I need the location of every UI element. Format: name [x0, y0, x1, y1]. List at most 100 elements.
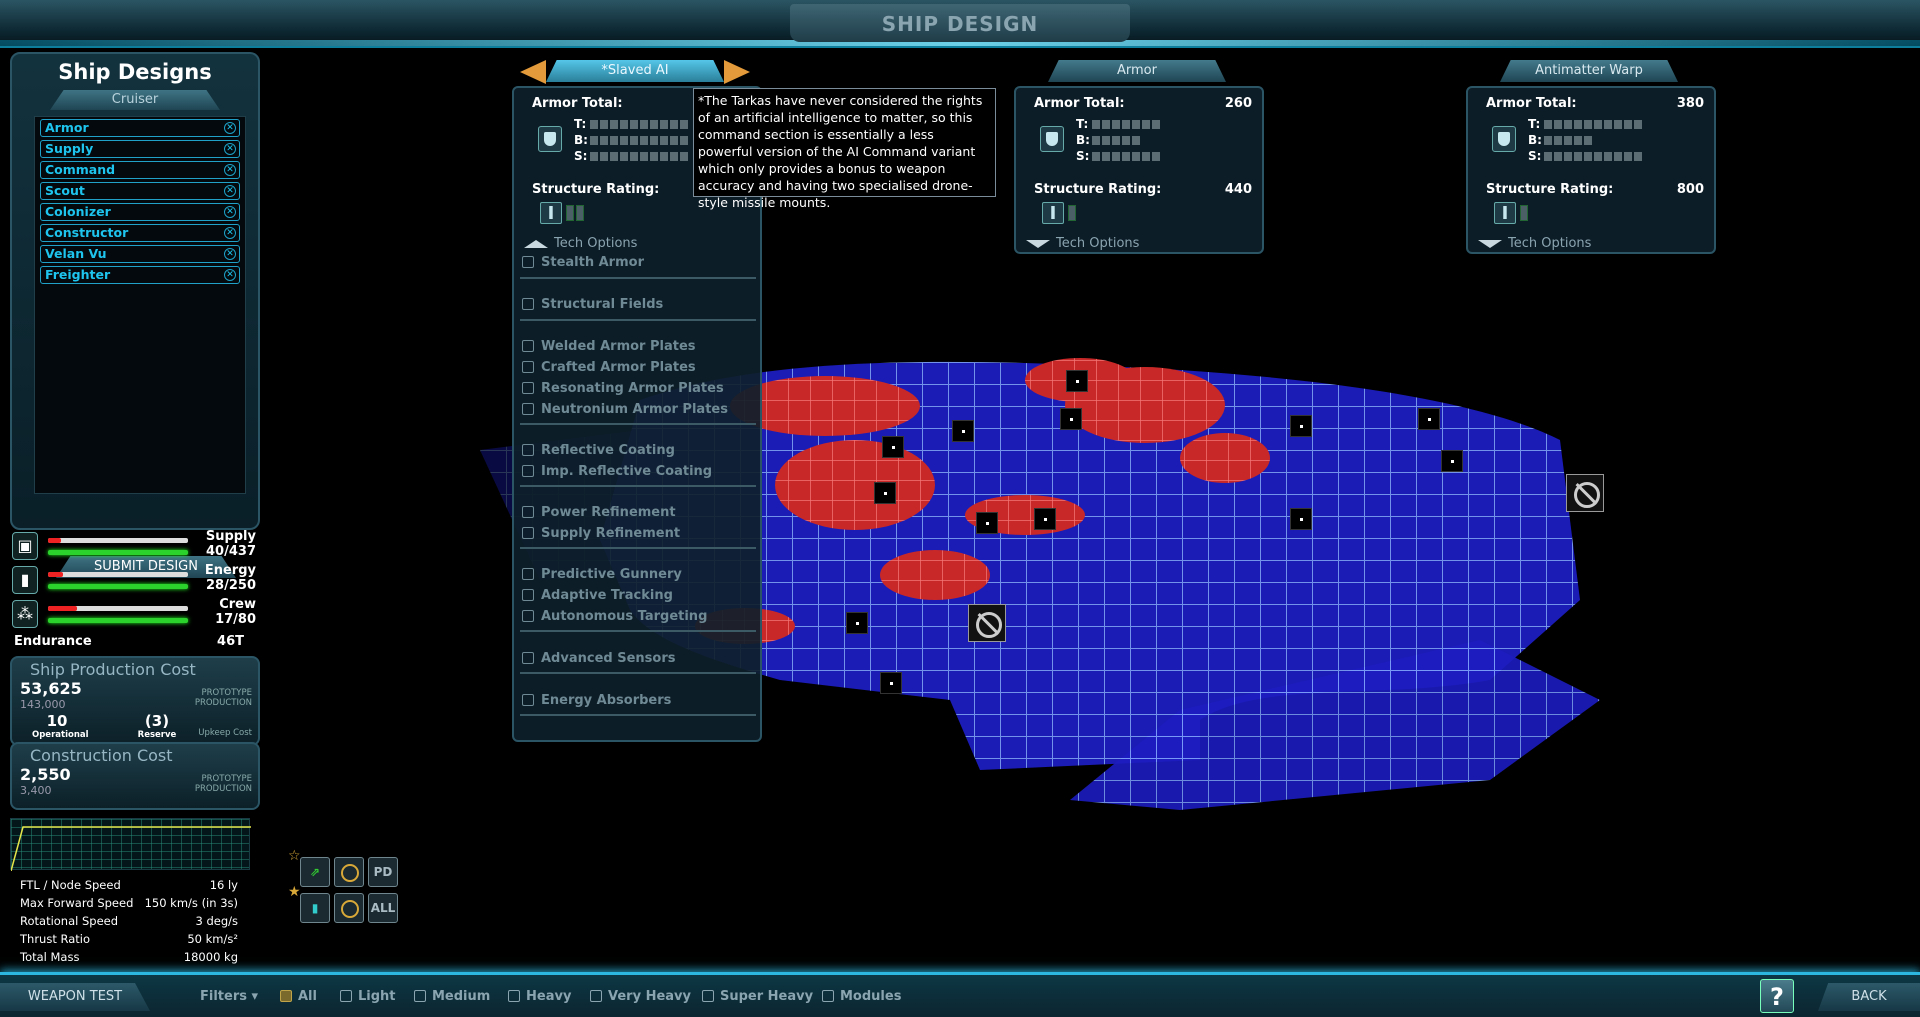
structure-rating-value: 800 [1676, 182, 1704, 197]
supply-value: 40/437 [206, 544, 256, 559]
filter-super-heavy[interactable]: Super Heavy [702, 989, 813, 1004]
tech-option[interactable]: Advanced Sensors [522, 651, 675, 666]
tech-checkbox[interactable] [522, 694, 534, 706]
tech-options-toggle[interactable]: Tech Options [1026, 236, 1139, 251]
tech-option[interactable]: Predictive Gunnery [522, 567, 682, 582]
help-button[interactable]: ? [1760, 979, 1794, 1013]
weapon-mount[interactable] [1066, 370, 1088, 392]
weapon-mount[interactable] [882, 436, 904, 458]
all-filter-button[interactable]: ALL [368, 893, 398, 923]
weapon-mount[interactable] [1290, 508, 1312, 530]
back-button[interactable]: BACK [1818, 983, 1920, 1011]
bottom-facing-label: B: [1076, 133, 1090, 147]
tech-checkbox[interactable] [522, 403, 534, 415]
weapon-mount[interactable] [1290, 415, 1312, 437]
weapon-mount[interactable] [952, 420, 974, 442]
tech-checkbox[interactable] [522, 444, 534, 456]
design-item[interactable]: Command ✕ [40, 161, 240, 179]
tech-option[interactable]: Power Refinement [522, 505, 676, 520]
tech-options-toggle[interactable]: Tech Options [1478, 236, 1591, 251]
tech-option[interactable]: Neutronium Armor Plates [522, 402, 728, 417]
section-tab-armor[interactable]: Armor [1048, 60, 1226, 82]
delete-icon[interactable]: ✕ [224, 269, 236, 281]
tech-option[interactable]: Crafted Armor Plates [522, 360, 696, 375]
tech-checkbox[interactable] [522, 506, 534, 518]
stat-row: 150 km/s (in 3s) Max Forward Speed [20, 894, 238, 912]
weapon-mount[interactable] [1034, 508, 1056, 530]
tech-option[interactable]: Autonomous Targeting [522, 609, 707, 624]
filter-checkbox[interactable] [822, 990, 834, 1002]
weapon-mount[interactable] [1441, 450, 1463, 472]
filter-modules[interactable]: Modules [822, 989, 901, 1004]
filter-checkbox[interactable] [280, 990, 292, 1002]
filter-checkbox[interactable] [702, 990, 714, 1002]
weapon-mount[interactable] [880, 672, 902, 694]
section-tab-slaved-ai[interactable]: *Slaved AI [546, 60, 724, 82]
design-item[interactable]: Velan Vu ✕ [40, 245, 240, 263]
weapon-mount[interactable] [874, 482, 896, 504]
tech-checkbox[interactable] [522, 589, 534, 601]
tech-checkbox[interactable] [522, 256, 534, 268]
filter-very-heavy[interactable]: Very Heavy [590, 989, 691, 1004]
class-tab-cruiser[interactable]: Cruiser [50, 90, 220, 110]
filter-light[interactable]: Light [340, 989, 396, 1004]
ring-weapon-button-2[interactable] [334, 893, 364, 923]
tech-checkbox[interactable] [522, 298, 534, 310]
tech-checkbox[interactable] [522, 652, 534, 664]
tech-option[interactable]: Welded Armor Plates [522, 339, 696, 354]
design-item[interactable]: Colonizer ✕ [40, 203, 240, 221]
tech-checkbox[interactable] [522, 465, 534, 477]
tech-options-toggle[interactable]: Tech Options [524, 236, 637, 251]
filter-checkbox[interactable] [414, 990, 426, 1002]
beam-weapon-button[interactable]: ▮ [300, 893, 330, 923]
tech-checkbox[interactable] [522, 382, 534, 394]
design-item[interactable]: Constructor ✕ [40, 224, 240, 242]
weapon-mount[interactable] [976, 512, 998, 534]
section-tab-antimatter-warp[interactable]: Antimatter Warp [1500, 60, 1678, 82]
weapon-test-button[interactable]: WEAPON TEST [0, 983, 150, 1011]
divider [520, 547, 756, 549]
tech-option[interactable]: Resonating Armor Plates [522, 381, 724, 396]
tech-checkbox[interactable] [522, 340, 534, 352]
tech-option[interactable]: Structural Fields [522, 297, 663, 312]
filter-medium[interactable]: Medium [414, 989, 490, 1004]
next-section-arrow[interactable] [724, 60, 750, 84]
filter-heavy[interactable]: Heavy [508, 989, 571, 1004]
tech-checkbox[interactable] [522, 527, 534, 539]
design-item[interactable]: Freighter ✕ [40, 266, 240, 284]
tech-label: Energy Absorbers [541, 693, 672, 708]
tech-option[interactable]: Stealth Armor [522, 255, 644, 270]
delete-icon[interactable]: ✕ [224, 143, 236, 155]
tech-checkbox[interactable] [522, 361, 534, 373]
tech-option[interactable]: Adaptive Tracking [522, 588, 673, 603]
tech-option[interactable]: Reflective Coating [522, 443, 675, 458]
structure-beam-icon [1042, 202, 1064, 225]
filters-dropdown[interactable]: Filters ▾ [200, 989, 258, 1004]
pd-filter-button[interactable]: PD [368, 857, 398, 887]
delete-icon[interactable]: ✕ [224, 206, 236, 218]
design-item[interactable]: Armor ✕ [40, 119, 240, 137]
prev-section-arrow[interactable] [520, 60, 546, 84]
delete-icon[interactable]: ✕ [224, 248, 236, 260]
tech-option[interactable]: Imp. Reflective Coating [522, 464, 712, 479]
delete-icon[interactable]: ✕ [224, 164, 236, 176]
design-item[interactable]: Supply ✕ [40, 140, 240, 158]
design-item[interactable]: Scout ✕ [40, 182, 240, 200]
tech-option[interactable]: Energy Absorbers [522, 693, 671, 708]
filter-checkbox[interactable] [590, 990, 602, 1002]
weapon-mount[interactable] [846, 612, 868, 634]
endurance-row: 46T Endurance [14, 634, 244, 649]
filter-checkbox[interactable] [340, 990, 352, 1002]
delete-icon[interactable]: ✕ [224, 122, 236, 134]
delete-icon[interactable]: ✕ [224, 227, 236, 239]
missile-weapon-button[interactable]: ⇗ [300, 857, 330, 887]
weapon-mount[interactable] [1060, 408, 1082, 430]
tech-option[interactable]: Supply Refinement [522, 526, 680, 541]
tech-checkbox[interactable] [522, 610, 534, 622]
filter-checkbox[interactable] [508, 990, 520, 1002]
delete-icon[interactable]: ✕ [224, 185, 236, 197]
filter-all[interactable]: All [280, 989, 317, 1004]
ring-weapon-button[interactable] [334, 857, 364, 887]
tech-checkbox[interactable] [522, 568, 534, 580]
weapon-mount[interactable] [1418, 408, 1440, 430]
